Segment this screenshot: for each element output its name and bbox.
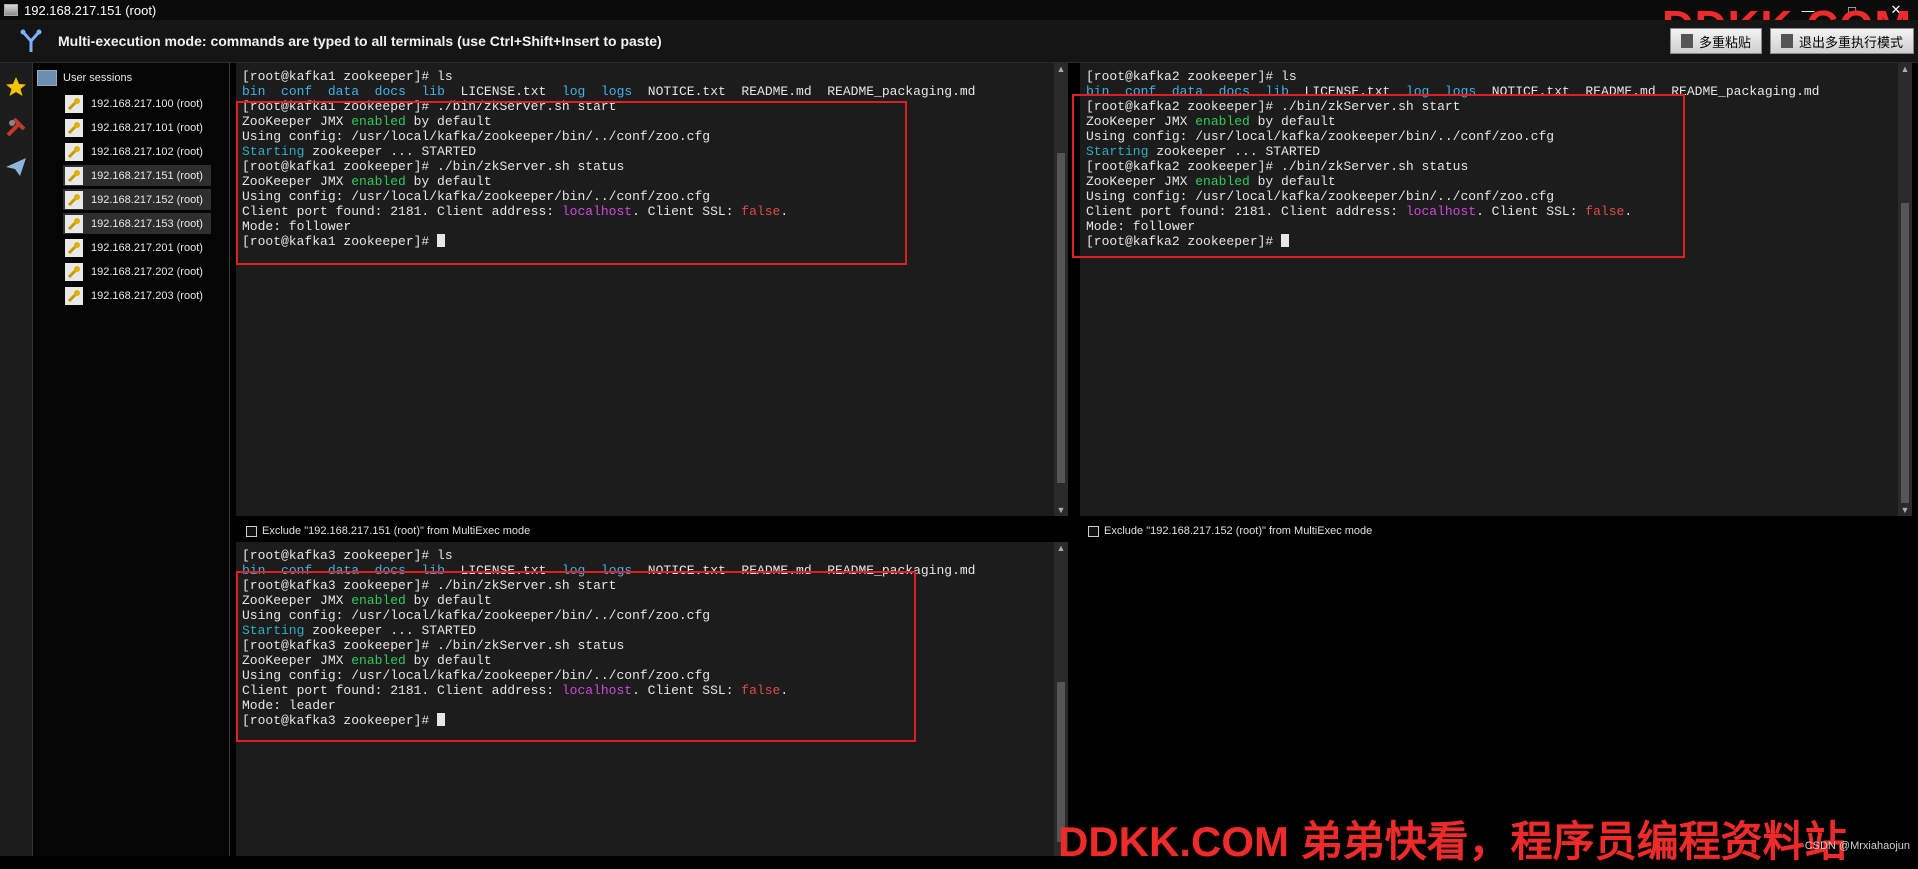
multiexec-message: Multi-execution mode: commands are typed… [58,33,662,49]
session-label: 192.168.217.202 (root) [91,265,203,278]
ls-entry: bin [242,84,266,99]
exclude-checkbox-kafka2[interactable] [1088,525,1099,537]
terminal-line: [root@kafka1 zookeeper]# ls [242,69,1054,84]
scroll-down-icon[interactable]: ▼ [1054,504,1068,516]
ssh-key-icon [65,166,83,185]
credit-text: CSDN @Mrxiahaojun [1804,840,1910,852]
star-icon [6,77,26,96]
scroll-thumb[interactable] [1901,203,1909,503]
session-list: 192.168.217.100 (root) 192.168.217.101 (r… [33,93,229,306]
title-bar: 192.168.217.151 (root) — □ ✕ [0,0,1918,20]
ssh-key-icon [65,142,83,161]
ls-entry: conf [281,84,313,99]
session-item[interactable]: 192.168.217.202 (root) [63,261,211,282]
exit-multiexec-label: 退出多重执行模式 [1798,34,1903,50]
session-label: 192.168.217.153 (root) [91,217,203,230]
exclude-checkbox-kafka1[interactable] [246,525,257,537]
exit-multiexec-button[interactable]: 退出多重执行模式 [1769,28,1914,54]
prompt: [root@kafka1 zookeeper]# [242,69,438,84]
session-label: 192.168.217.203 (root) [91,289,203,302]
ssh-key-icon [65,118,83,137]
session-item[interactable]: 192.168.217.102 (root) [63,141,211,162]
sessions-panel: User sessions 192.168.217.100 (root) 192.… [33,63,230,856]
session-label: 192.168.217.102 (root) [91,145,203,158]
multi-paste-button[interactable]: 多重粘贴 [1669,28,1762,54]
command: ls [437,69,453,84]
highlight-box-kafka2 [1072,94,1685,258]
highlight-box-kafka1 [236,101,907,265]
terminal-scrollbar-kafka2[interactable]: ▲ ▼ [1898,63,1912,516]
session-label: 192.168.217.101 (root) [91,121,203,134]
session-item[interactable]: 192.168.217.152 (root) [63,189,211,210]
exit-icon [1780,34,1793,48]
send-button[interactable] [0,147,32,187]
ls-entry: README_packaging.md [1671,84,1820,99]
ssh-key-icon [65,286,83,305]
session-item[interactable]: 192.168.217.203 (root) [63,285,211,306]
session-item[interactable]: 192.168.217.201 (root) [63,237,211,258]
terminal-line: [root@kafka2 zookeeper]# ls [1086,69,1898,84]
ls-entry: logs [600,84,633,99]
user-folder-icon [37,70,57,86]
ssh-key-icon [65,238,83,257]
watermark-bottom: DDKK.COM 弟弟快看，程序员编程资料站 [1058,818,1847,865]
ls-entry: lib [421,84,445,99]
terminal-line: bin conf data docs lib LICENSE.txt log l… [242,84,1054,99]
ls-entry: NOTICE.txt [647,84,726,99]
session-item[interactable]: 192.168.217.100 (root) [63,93,211,114]
exclude-option-kafka1[interactable]: Exclude "192.168.217.151 (root)" from Mu… [246,520,530,542]
window-title: 192.168.217.151 (root) [24,2,157,18]
paste-icon [1680,34,1693,48]
ls-entry: LICENSE.txt [460,84,547,99]
multiexec-banner: Multi-execution mode: commands are typed… [0,20,1918,63]
terminal-line: [root@kafka3 zookeeper]# ls [242,548,1054,563]
multiexec-icon [18,28,44,54]
session-label: 192.168.217.100 (root) [91,97,203,110]
tools-icon [6,117,26,137]
favorites-button[interactable] [0,67,32,107]
ls-entry: data [327,84,360,99]
highlight-box-kafka3 [236,571,916,742]
ssh-key-icon [65,214,83,233]
prompt: [root@kafka2 zookeeper]# [1086,69,1282,84]
session-item[interactable]: 192.168.217.151 (root) [63,165,211,186]
scroll-up-icon[interactable]: ▲ [1054,542,1068,554]
ssh-key-icon [65,94,83,113]
scroll-thumb[interactable] [1057,153,1065,483]
exclude-label-kafka1: Exclude "192.168.217.151 (root)" from Mu… [262,525,531,537]
exclude-label-kafka2: Exclude "192.168.217.152 (root)" from Mu… [1104,525,1373,537]
session-item[interactable]: 192.168.217.153 (root) [63,213,211,234]
user-sessions-root[interactable]: User sessions [33,63,229,93]
tools-button[interactable] [0,107,32,147]
ls-entry: README_packaging.md [827,84,976,99]
send-icon [6,158,26,176]
ssh-key-icon [65,262,83,281]
scroll-up-icon[interactable]: ▲ [1898,63,1912,75]
user-sessions-label: User sessions [63,72,133,84]
ssh-key-icon [65,190,83,209]
command: ls [1281,69,1297,84]
prompt: [root@kafka3 zookeeper]# [242,548,438,563]
session-label: 192.168.217.152 (root) [91,193,203,206]
ls-entry: docs [374,84,406,99]
session-label: 192.168.217.151 (root) [91,169,203,182]
ls-entry: log [561,84,586,99]
scroll-down-icon[interactable]: ▼ [1898,504,1912,516]
terminal-scrollbar-kafka1[interactable]: ▲ ▼ [1054,63,1068,516]
side-toolbar [0,63,33,856]
multi-paste-label: 多重粘贴 [1698,34,1751,50]
exclude-option-kafka2[interactable]: Exclude "192.168.217.152 (root)" from Mu… [1088,520,1372,542]
session-label: 192.168.217.201 (root) [91,241,203,254]
ls-entry: README.md [741,84,812,99]
command: ls [437,548,453,563]
session-item[interactable]: 192.168.217.101 (root) [63,117,211,138]
scroll-up-icon[interactable]: ▲ [1054,63,1068,75]
app-icon [4,4,18,16]
